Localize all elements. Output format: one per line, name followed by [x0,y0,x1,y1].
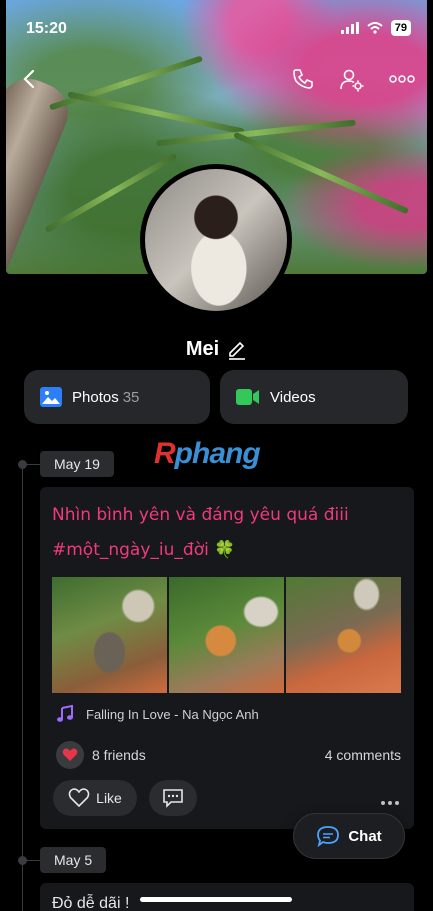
more-options-button[interactable] [388,68,416,90]
music-attachment[interactable]: Falling In Love - Na Ngọc Anh [56,705,259,723]
reactions-count-button[interactable]: 8 friends [56,741,146,769]
post-hashtag-line[interactable]: #một_ngày_iu_đời 🍀 [52,540,235,560]
post-photo[interactable] [52,577,167,693]
timeline-connector [26,860,40,861]
chat-button[interactable]: Chat [293,813,405,859]
comments-count[interactable]: 4 comments [325,747,401,763]
image-icon [40,387,62,407]
chat-bubble-icon [317,826,340,847]
music-note-icon [57,705,73,722]
pencil-icon [229,341,246,360]
comment-icon [163,789,183,808]
palm-frond-decoration [67,91,245,135]
date-label: May 19 [40,451,114,477]
palm-frond-decoration [48,55,204,111]
music-title: Falling In Love - Na Ngọc Anh [86,706,259,722]
status-icons: 79 [340,20,411,36]
chat-label: Chat [348,827,382,845]
profile-name: Mei [185,338,220,360]
signal-icon [340,22,359,34]
like-button[interactable]: Like [53,780,137,816]
profile-settings-button[interactable] [338,66,366,94]
more-horizontal-icon [389,75,415,83]
phone-icon [293,69,313,89]
profile-name-row: Mei [0,338,433,361]
timeline-connector [26,464,40,465]
date-label: May 5 [40,847,107,873]
reactions-count: 8 friends [92,747,146,763]
post-text-line: Nhìn bình yên và đáng yêu quá điii [52,505,349,525]
user-gear-icon [340,69,364,92]
photos-count: 35 [122,388,140,406]
comment-button[interactable] [149,780,197,816]
post-more-button[interactable] [380,790,400,811]
battery-indicator: 79 [390,20,411,36]
heart-reaction-icon [56,741,84,769]
photos-tab[interactable]: Photos 35 [24,370,210,424]
videos-tab[interactable]: Videos [220,370,408,424]
photos-tab-label: Photos [72,388,119,406]
watermark-logo: Rphang [154,437,261,470]
reaction-summary: 8 friends 4 comments [56,741,401,769]
timeline-line [22,464,23,911]
avatar[interactable] [140,164,292,316]
video-camera-icon [236,389,259,405]
post-photo-grid [52,577,401,693]
post-photo[interactable] [286,577,401,693]
status-time: 15:20 [26,20,67,37]
like-label: Like [96,790,122,806]
heart-outline-icon [68,788,90,808]
videos-tab-label: Videos [270,388,316,406]
post-photo[interactable] [169,577,284,693]
post-text-line: Đỏ dễ dãi ! [52,895,130,911]
more-horizontal-icon [381,801,399,805]
home-indicator[interactable] [140,897,292,902]
back-button[interactable] [18,66,40,92]
call-button[interactable] [290,66,316,92]
post-card[interactable]: Nhìn bình yên và đáng yêu quá điii #một_… [40,487,414,829]
wifi-icon [367,22,383,34]
edit-name-button[interactable] [227,340,247,360]
chevron-left-icon [23,69,35,89]
